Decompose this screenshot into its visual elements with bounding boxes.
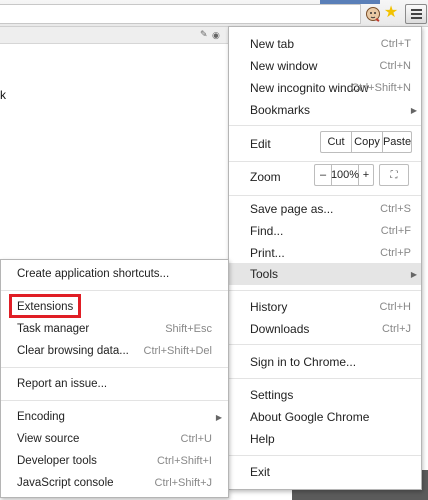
browser-toolbar: ★ [0, 0, 428, 27]
menu-item-label: Save page as... [250, 202, 334, 216]
menu-item-label: Edit [250, 137, 271, 151]
submenu-item-shortcut: Shift+Esc [165, 323, 212, 335]
menu-item-new-window[interactable]: New window Ctrl+N [229, 55, 421, 77]
submenu-arrow-icon: ▶ [410, 105, 417, 115]
menu-item-sign-in[interactable]: Sign in to Chrome... [229, 351, 421, 373]
page-info-bar: ✎ ◉ [0, 27, 228, 44]
menu-separator [229, 125, 421, 126]
menu-item-label: Help [250, 432, 275, 446]
submenu-item-js-console[interactable]: JavaScript console Ctrl+Shift+J [1, 472, 228, 494]
submenu-item-label: Create application shortcuts... [17, 268, 170, 280]
menu-item-label: Downloads [250, 322, 310, 336]
menu-item-shortcut: Ctrl+P [380, 247, 411, 259]
menu-item-shortcut: Ctrl+F [380, 225, 411, 237]
menu-item-exit[interactable]: Exit [229, 461, 421, 483]
submenu-item-label: Developer tools [17, 455, 97, 467]
menu-separator [229, 161, 421, 162]
menu-separator [229, 195, 421, 196]
menu-separator [229, 455, 421, 456]
chrome-menu-icon[interactable] [405, 4, 427, 24]
menu-item-label: Exit [250, 465, 271, 479]
page-partial-text: k [0, 88, 6, 102]
fullscreen-icon[interactable]: ⛶ [379, 164, 409, 186]
menu-item-label: History [250, 300, 288, 314]
submenu-item-label: Task manager [17, 323, 90, 335]
eye-icon[interactable]: ◉ [212, 30, 220, 41]
menu-item-shortcut: Ctrl+T [380, 38, 411, 50]
submenu-item-view-source[interactable]: View source Ctrl+U [1, 428, 228, 450]
submenu-item-shortcut: Ctrl+Shift+J [154, 477, 212, 489]
submenu-item-label: JavaScript console [17, 477, 114, 489]
submenu-item-label: Report an issue... [17, 378, 108, 390]
submenu-arrow-icon: ▶ [215, 412, 222, 422]
submenu-item-label: Encoding [17, 411, 65, 423]
menu-item-label: New tab [250, 37, 295, 51]
submenu-item-task-manager[interactable]: Task manager Shift+Esc [1, 318, 228, 340]
menu-separator [1, 290, 228, 291]
menu-separator [229, 378, 421, 379]
menu-item-shortcut: Ctrl+N [379, 60, 411, 72]
menu-item-tools[interactable]: Tools ▶ [229, 263, 421, 285]
submenu-item-shortcut: Ctrl+U [180, 433, 212, 445]
extensions-highlight-box [9, 294, 81, 318]
submenu-item-label: Clear browsing data... [17, 345, 129, 357]
chrome-main-menu: New tab Ctrl+T New window Ctrl+N New inc… [228, 26, 422, 490]
menu-item-label: Find... [250, 224, 284, 238]
menu-item-label: Sign in to Chrome... [250, 355, 357, 369]
menu-item-label: Print... [250, 246, 285, 260]
menu-item-save-page[interactable]: Save page as... Ctrl+S [229, 198, 421, 220]
cut-button[interactable]: Cut [321, 132, 352, 152]
menu-item-history[interactable]: History Ctrl+H [229, 296, 421, 318]
menu-item-about[interactable]: About Google Chrome [229, 406, 421, 428]
submenu-arrow-icon: ▶ [410, 269, 417, 279]
menu-item-shortcut: Ctrl+H [379, 301, 411, 313]
menu-item-label: Tools [250, 267, 279, 281]
menu-item-new-incognito[interactable]: New incognito window Ctrl+Shift+N [229, 77, 421, 99]
extension-dog-icon[interactable] [365, 6, 381, 22]
menu-item-shortcut: Ctrl+J [381, 323, 411, 335]
edit-button-group: Cut Copy Paste [320, 131, 412, 153]
zoom-level: 100% [331, 165, 359, 185]
menu-item-label: About Google Chrome [250, 410, 370, 424]
menu-item-print[interactable]: Print... Ctrl+P [229, 242, 421, 264]
tools-submenu: Create application shortcuts... Extensio… [0, 259, 229, 498]
submenu-item-create-shortcuts[interactable]: Create application shortcuts... [1, 263, 228, 285]
submenu-item-label: View source [17, 433, 80, 445]
menu-item-label: Settings [250, 388, 294, 402]
paste-button[interactable]: Paste [383, 132, 411, 152]
zoom-in-button[interactable]: + [359, 165, 373, 185]
menu-item-label: Zoom [250, 170, 281, 184]
menu-item-bookmarks[interactable]: Bookmarks ▶ [229, 99, 421, 121]
menu-item-label: New window [250, 59, 318, 73]
menu-separator [229, 290, 421, 291]
menu-item-find[interactable]: Find... Ctrl+F [229, 220, 421, 242]
submenu-item-encoding[interactable]: Encoding ▶ [1, 406, 228, 428]
pin-icon[interactable]: ✎ [200, 29, 208, 40]
menu-separator [1, 367, 228, 368]
menu-item-shortcut: Ctrl+S [380, 203, 411, 215]
submenu-item-developer-tools[interactable]: Developer tools Ctrl+Shift+I [1, 450, 228, 472]
menu-item-shortcut: Ctrl+Shift+N [351, 82, 411, 94]
menu-item-downloads[interactable]: Downloads Ctrl+J [229, 318, 421, 340]
menu-separator [1, 400, 228, 401]
tab-edge [320, 0, 380, 4]
menu-item-settings[interactable]: Settings [229, 384, 421, 406]
menu-item-label: Bookmarks [250, 103, 311, 117]
menu-separator [229, 344, 421, 345]
omnibox[interactable] [0, 4, 361, 24]
submenu-item-shortcut: Ctrl+Shift+Del [143, 345, 212, 357]
zoom-out-button[interactable]: – [315, 165, 332, 185]
submenu-item-shortcut: Ctrl+Shift+I [156, 455, 212, 467]
zoom-button-group: – 100% + [314, 164, 374, 186]
bookmark-star-icon[interactable]: ★ [383, 5, 399, 21]
submenu-item-report-issue[interactable]: Report an issue... [1, 373, 228, 395]
menu-item-new-tab[interactable]: New tab Ctrl+T [229, 33, 421, 55]
copy-button[interactable]: Copy [352, 132, 383, 152]
menu-item-help[interactable]: Help [229, 428, 421, 450]
submenu-item-clear-data[interactable]: Clear browsing data... Ctrl+Shift+Del [1, 340, 228, 362]
